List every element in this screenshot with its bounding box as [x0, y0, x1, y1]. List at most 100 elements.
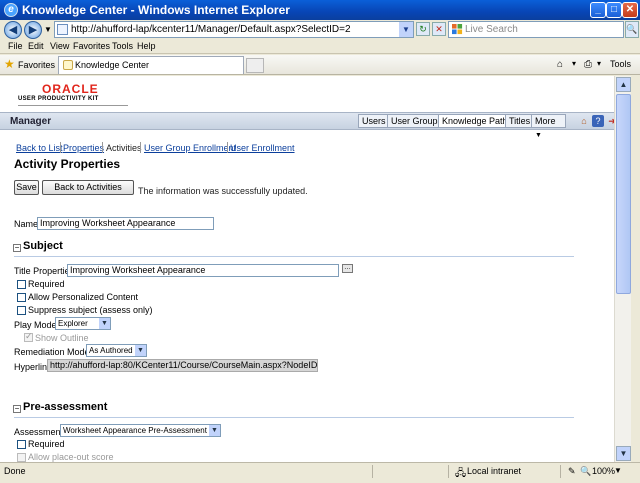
menu-edit[interactable]: Edit	[28, 41, 44, 51]
address-bar[interactable]: http://ahufford-lap/kcenter11/Manager/De…	[54, 21, 414, 38]
tools-menu[interactable]: Tools	[610, 59, 631, 69]
status-divider	[448, 465, 449, 478]
play-modes-value: Explorer	[58, 319, 88, 328]
page-icon	[57, 24, 68, 35]
title-properties-field[interactable]: Improving Worksheet Appearance	[67, 264, 339, 277]
hyperlink-label: Hyperlink	[14, 362, 52, 372]
show-outline-label: Show Outline	[35, 333, 89, 343]
home-icon[interactable]: ⌂	[578, 115, 590, 127]
window-title: Knowledge Center - Windows Internet Expl…	[22, 3, 290, 17]
close-button[interactable]: ✕	[622, 2, 638, 18]
preassessment-required-checkbox[interactable]	[17, 440, 26, 449]
refresh-icon[interactable]: ↻	[416, 22, 430, 36]
subject-required-checkbox[interactable]	[17, 280, 26, 289]
suppress-subject-checkbox[interactable]	[17, 306, 26, 315]
window-border	[631, 76, 640, 462]
menu-help[interactable]: Help	[137, 41, 156, 51]
back-arrow-icon[interactable]: ◀	[4, 21, 22, 39]
minimize-button[interactable]: _	[590, 2, 606, 18]
name-label: Name	[14, 219, 39, 229]
intranet-globe-icon: 🖧	[455, 468, 467, 479]
favorites-label[interactable]: Favorites	[18, 60, 55, 70]
address-dropdown-icon[interactable]: ▼	[399, 22, 413, 37]
link-separator	[60, 142, 61, 153]
protected-mode-icon[interactable]: ✎	[568, 466, 576, 477]
play-modes-select[interactable]: Explorer ▼	[55, 317, 111, 330]
link-separator	[227, 142, 228, 153]
scroll-up-icon[interactable]: ▲	[616, 77, 631, 92]
allow-placeout-label: Allow place-out score	[28, 452, 114, 462]
status-divider	[560, 465, 561, 478]
menu-view[interactable]: View	[50, 41, 69, 51]
status-text: Done	[4, 466, 26, 476]
browser-tab[interactable]: Knowledge Center	[58, 56, 244, 74]
tab-more[interactable]: More ▼	[531, 114, 566, 139]
home-toolbar-icon[interactable]: ⌂	[557, 59, 563, 70]
tab-page-icon	[63, 60, 73, 70]
back-to-activities-button[interactable]: Back to Activities	[42, 180, 134, 195]
name-field[interactable]: Improving Worksheet Appearance	[37, 217, 214, 230]
preassessment-required-label: Required	[28, 439, 65, 449]
security-zone[interactable]: Local intranet	[467, 466, 521, 476]
properties-link[interactable]: Properties	[63, 143, 104, 153]
user-enrollment-link[interactable]: User Enrollment	[230, 143, 295, 153]
allow-personalized-checkbox[interactable]	[17, 293, 26, 302]
search-go-icon[interactable]: 🔍	[625, 21, 639, 38]
help-icon[interactable]: ?	[592, 115, 604, 127]
more-dropdown-icon: ▼	[535, 132, 542, 139]
menu-tools[interactable]: Tools	[112, 41, 133, 51]
back-to-list-link[interactable]: Back to List	[16, 143, 63, 153]
menu-bar: File Edit View Favorites Tools Help	[0, 40, 640, 54]
page-content: ORACLE USER PRODUCTIVITY KIT Manager Use…	[0, 76, 614, 462]
new-tab-button[interactable]	[246, 58, 264, 73]
print-icon[interactable]: ⎙	[584, 59, 592, 70]
allow-personalized-label: Allow Personalized Content	[28, 292, 139, 302]
menu-favorites[interactable]: Favorites	[73, 41, 110, 51]
stop-icon[interactable]: ✕	[432, 22, 446, 36]
save-button[interactable]: Save	[14, 180, 39, 195]
assessment-label: Assessment	[14, 427, 64, 437]
oracle-brand: ORACLE	[42, 82, 99, 96]
page-title: Activity Properties	[14, 157, 121, 171]
collapse-preassessment-icon[interactable]: −	[13, 405, 21, 413]
remediation-modes-select[interactable]: As Authored ▼	[86, 344, 147, 357]
dropdown-arrow-icon: ▼	[209, 425, 220, 436]
logout-icon[interactable]: ➜	[606, 115, 614, 127]
scroll-down-icon[interactable]: ▼	[616, 446, 631, 461]
oracle-logo: ORACLE USER PRODUCTIVITY KIT	[18, 82, 128, 106]
subject-heading: Subject	[23, 240, 63, 252]
scrollbar-thumb[interactable]	[616, 94, 631, 294]
title-properties-edit-icon[interactable]: …	[342, 264, 353, 273]
live-search-icon	[452, 24, 463, 35]
search-input[interactable]: Live Search	[448, 21, 624, 38]
home-dropdown-icon[interactable]: ▾	[572, 59, 576, 68]
search-placeholder: Live Search	[465, 24, 518, 35]
user-group-enrollment-link[interactable]: User Group Enrollment	[144, 143, 236, 153]
menu-file[interactable]: File	[8, 41, 23, 51]
vertical-scrollbar[interactable]: ▲ ▼	[614, 76, 631, 462]
print-dropdown-icon[interactable]: ▾	[597, 59, 601, 68]
dropdown-arrow-icon: ▼	[135, 345, 146, 356]
favorites-star-icon[interactable]: ★	[4, 57, 15, 71]
assessment-select[interactable]: Worksheet Appearance Pre-Assessment ▼	[60, 424, 221, 437]
zoom-icon[interactable]: 🔍	[580, 466, 591, 477]
collapse-subject-icon[interactable]: −	[13, 244, 21, 252]
zoom-level[interactable]: 100%	[592, 466, 615, 476]
history-dropdown-icon[interactable]: ▼	[44, 25, 52, 34]
suppress-subject-label: Suppress subject (assess only)	[28, 305, 153, 315]
tab-users[interactable]: Users	[358, 114, 390, 128]
show-outline-checkbox	[24, 331, 33, 342]
maximize-button[interactable]: □	[606, 2, 622, 18]
assessment-value: Worksheet Appearance Pre-Assessment	[63, 426, 207, 435]
zoom-dropdown-icon[interactable]: ▼	[614, 466, 622, 475]
forward-arrow-icon[interactable]: ▶	[24, 21, 42, 39]
preassessment-heading: Pre-assessment	[23, 401, 108, 413]
favorites-bar: ★ Favorites Knowledge Center ⌂ ▾ ⎙ ▾ Too…	[0, 55, 640, 75]
hyperlink-field[interactable]: http://ahufford-lap:80/KCenter11/Course/…	[47, 359, 318, 372]
ie-logo-icon: e	[4, 3, 18, 17]
tab-titles[interactable]: Titles	[505, 114, 535, 128]
activities-tab-current: Activities	[106, 143, 142, 153]
play-modes-label: Play Modes	[14, 320, 62, 330]
tab-more-label: More	[535, 116, 556, 126]
address-url: http://ahufford-lap/kcenter11/Manager/De…	[71, 24, 351, 35]
